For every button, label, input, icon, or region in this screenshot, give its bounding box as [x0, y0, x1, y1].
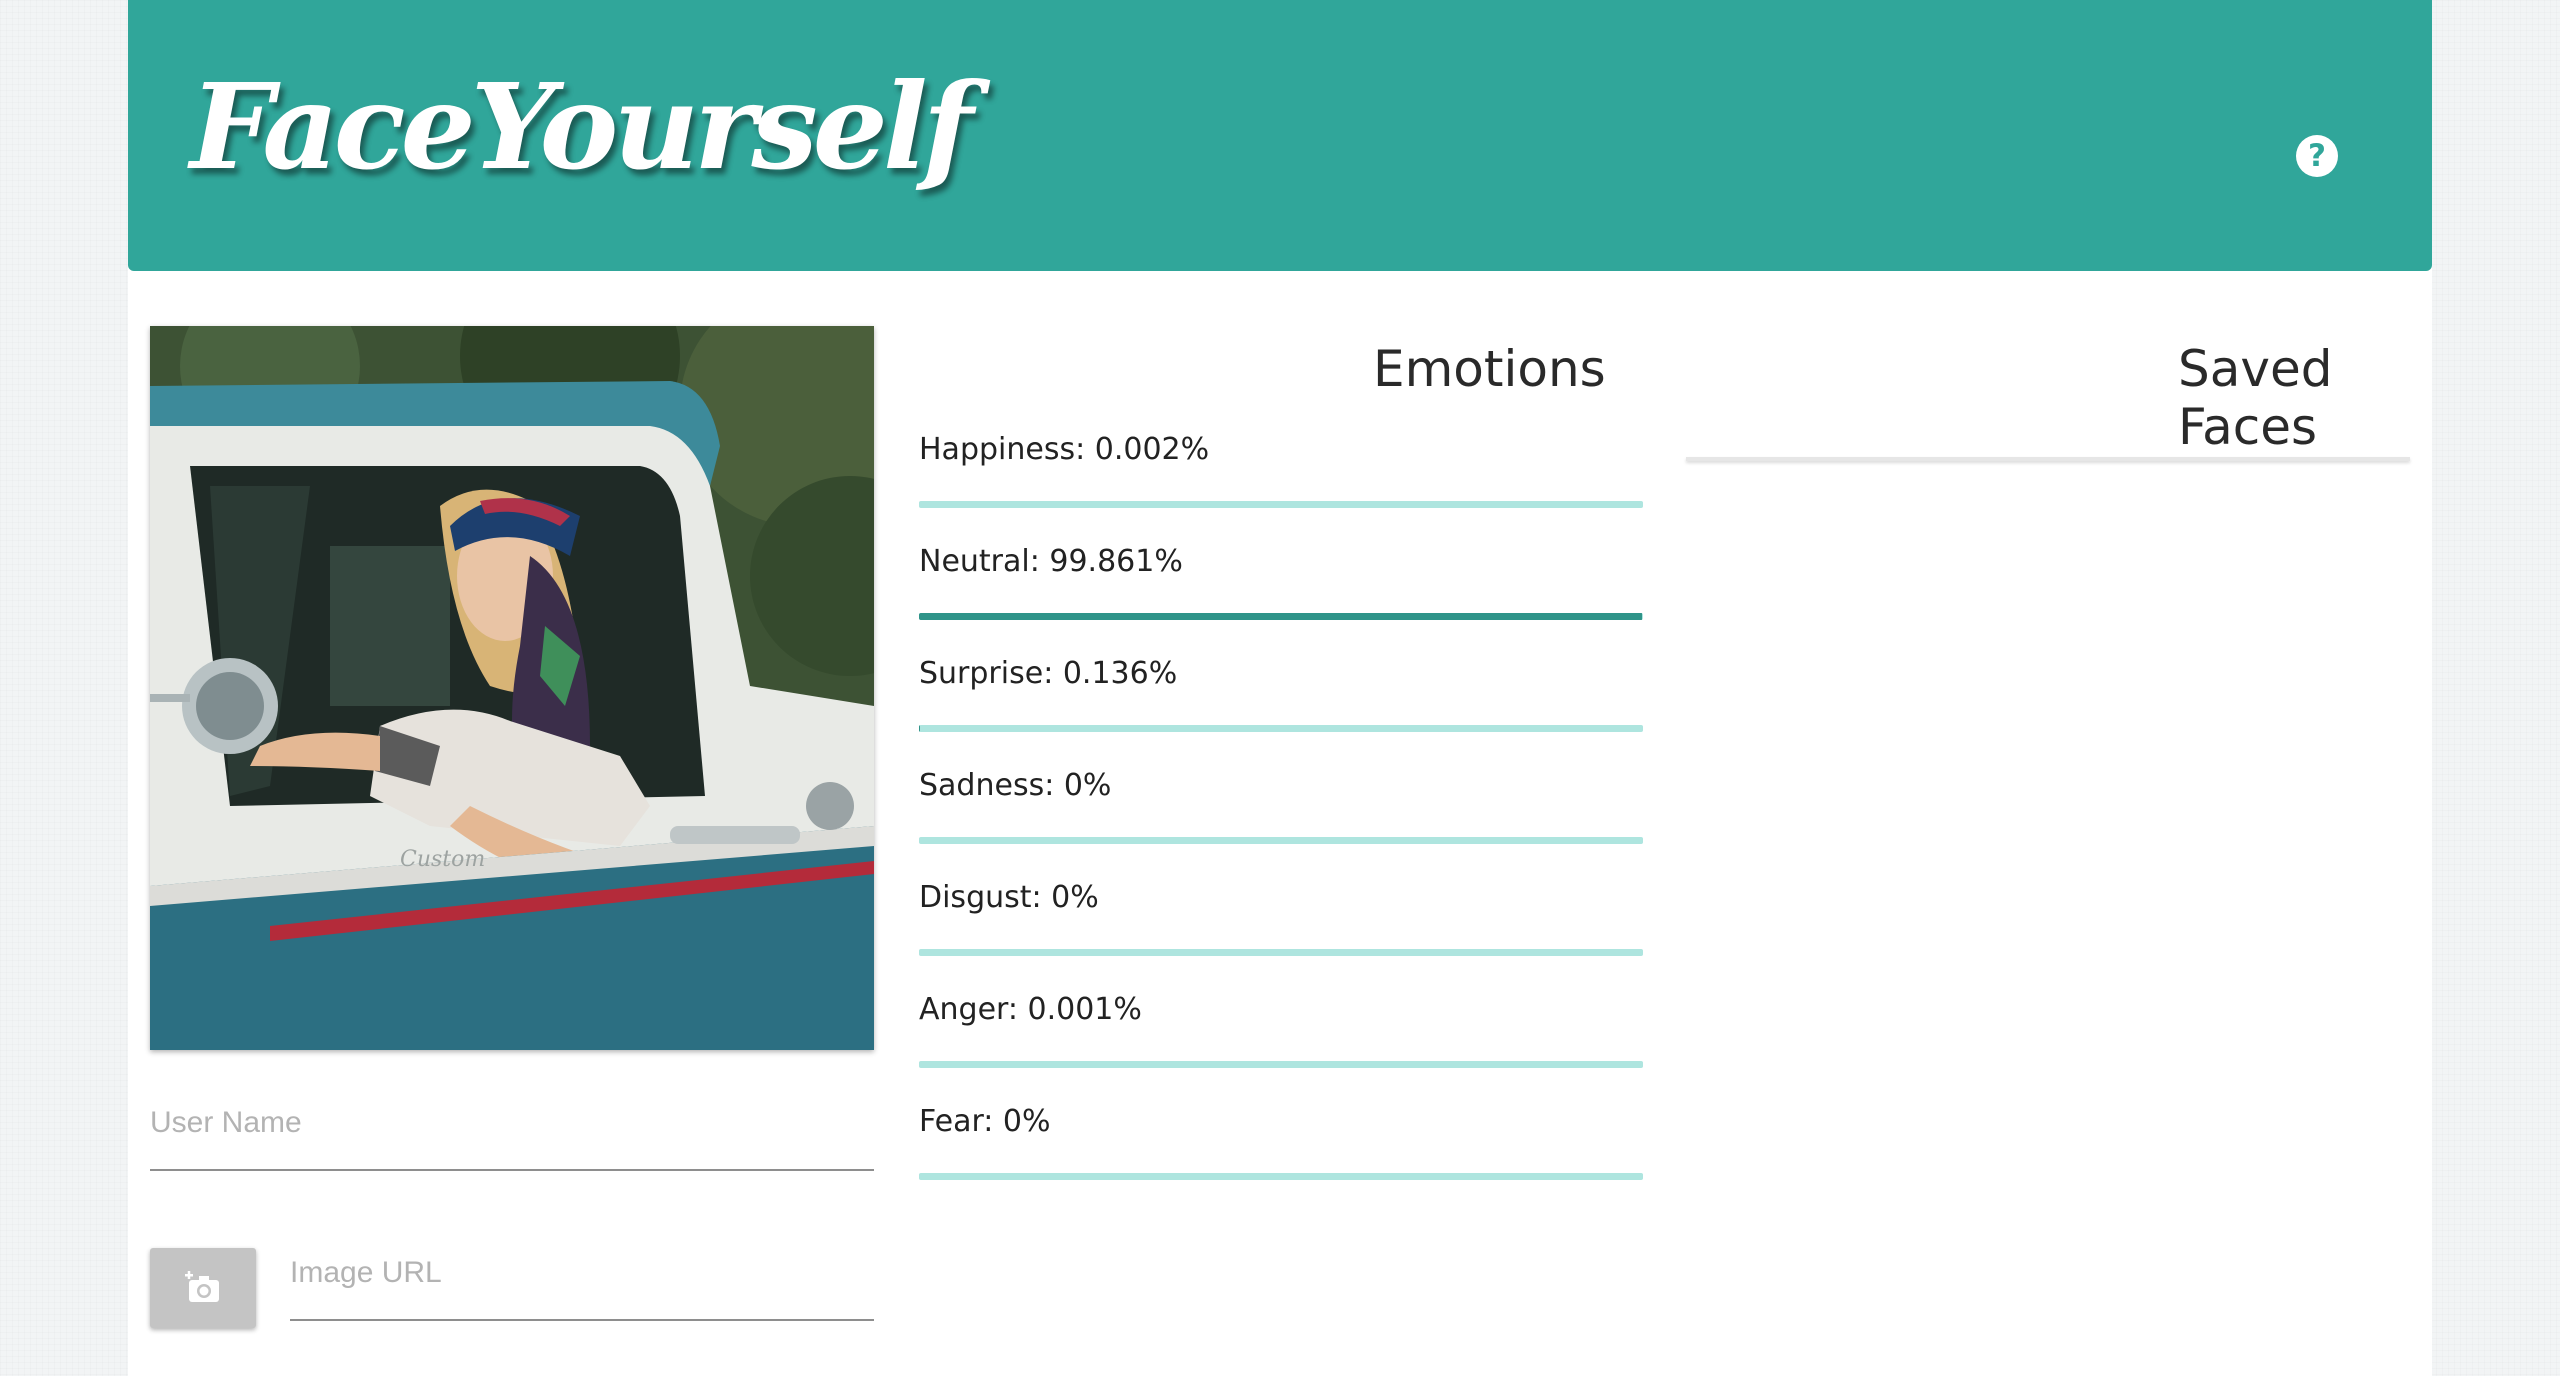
emotion-progress-fill — [919, 725, 920, 732]
svg-text:Custom: Custom — [400, 847, 485, 872]
emotion-label: Anger: 0.001% — [919, 992, 1142, 1027]
saved-faces-divider — [1686, 457, 2410, 461]
emotion-label: Disgust: 0% — [919, 880, 1099, 915]
emotion-label: Surprise: 0.136% — [919, 656, 1178, 691]
image-url-field[interactable]: Image URL — [290, 1256, 442, 1290]
help-icon[interactable]: ? — [2296, 135, 2338, 177]
app-logo[interactable]: FaceYourself — [190, 62, 973, 192]
emotion-progress-bar — [919, 1173, 1643, 1180]
emotion-label: Sadness: 0% — [919, 768, 1112, 803]
username-field[interactable]: User Name — [150, 1106, 302, 1140]
emotion-label: Fear: 0% — [919, 1104, 1051, 1139]
emotion-progress-fill — [919, 613, 1642, 620]
add-photo-button[interactable] — [150, 1248, 256, 1328]
emotion-progress-bar — [919, 501, 1643, 508]
emotion-progress-bar — [919, 1061, 1643, 1068]
app-container: FaceYourself ? Custom User Name Image UR… — [128, 0, 2432, 1376]
emotion-label: Happiness: 0.002% — [919, 432, 1210, 467]
emotions-title: Emotions — [1373, 340, 1606, 398]
saved-faces-title: Saved Faces — [2178, 340, 2333, 456]
emotion-progress-bar — [919, 837, 1643, 844]
emotion-progress-bar — [919, 613, 1643, 620]
add-photo-camera-icon — [185, 1271, 219, 1302]
emotion-progress-bar — [919, 725, 1643, 732]
analyzed-photo: Custom — [150, 326, 874, 1050]
emotion-progress-bar — [919, 949, 1643, 956]
image-url-underline — [290, 1319, 874, 1321]
header-bar: FaceYourself ? — [128, 0, 2432, 271]
username-underline — [150, 1169, 874, 1171]
emotion-label: Neutral: 99.861% — [919, 544, 1183, 579]
